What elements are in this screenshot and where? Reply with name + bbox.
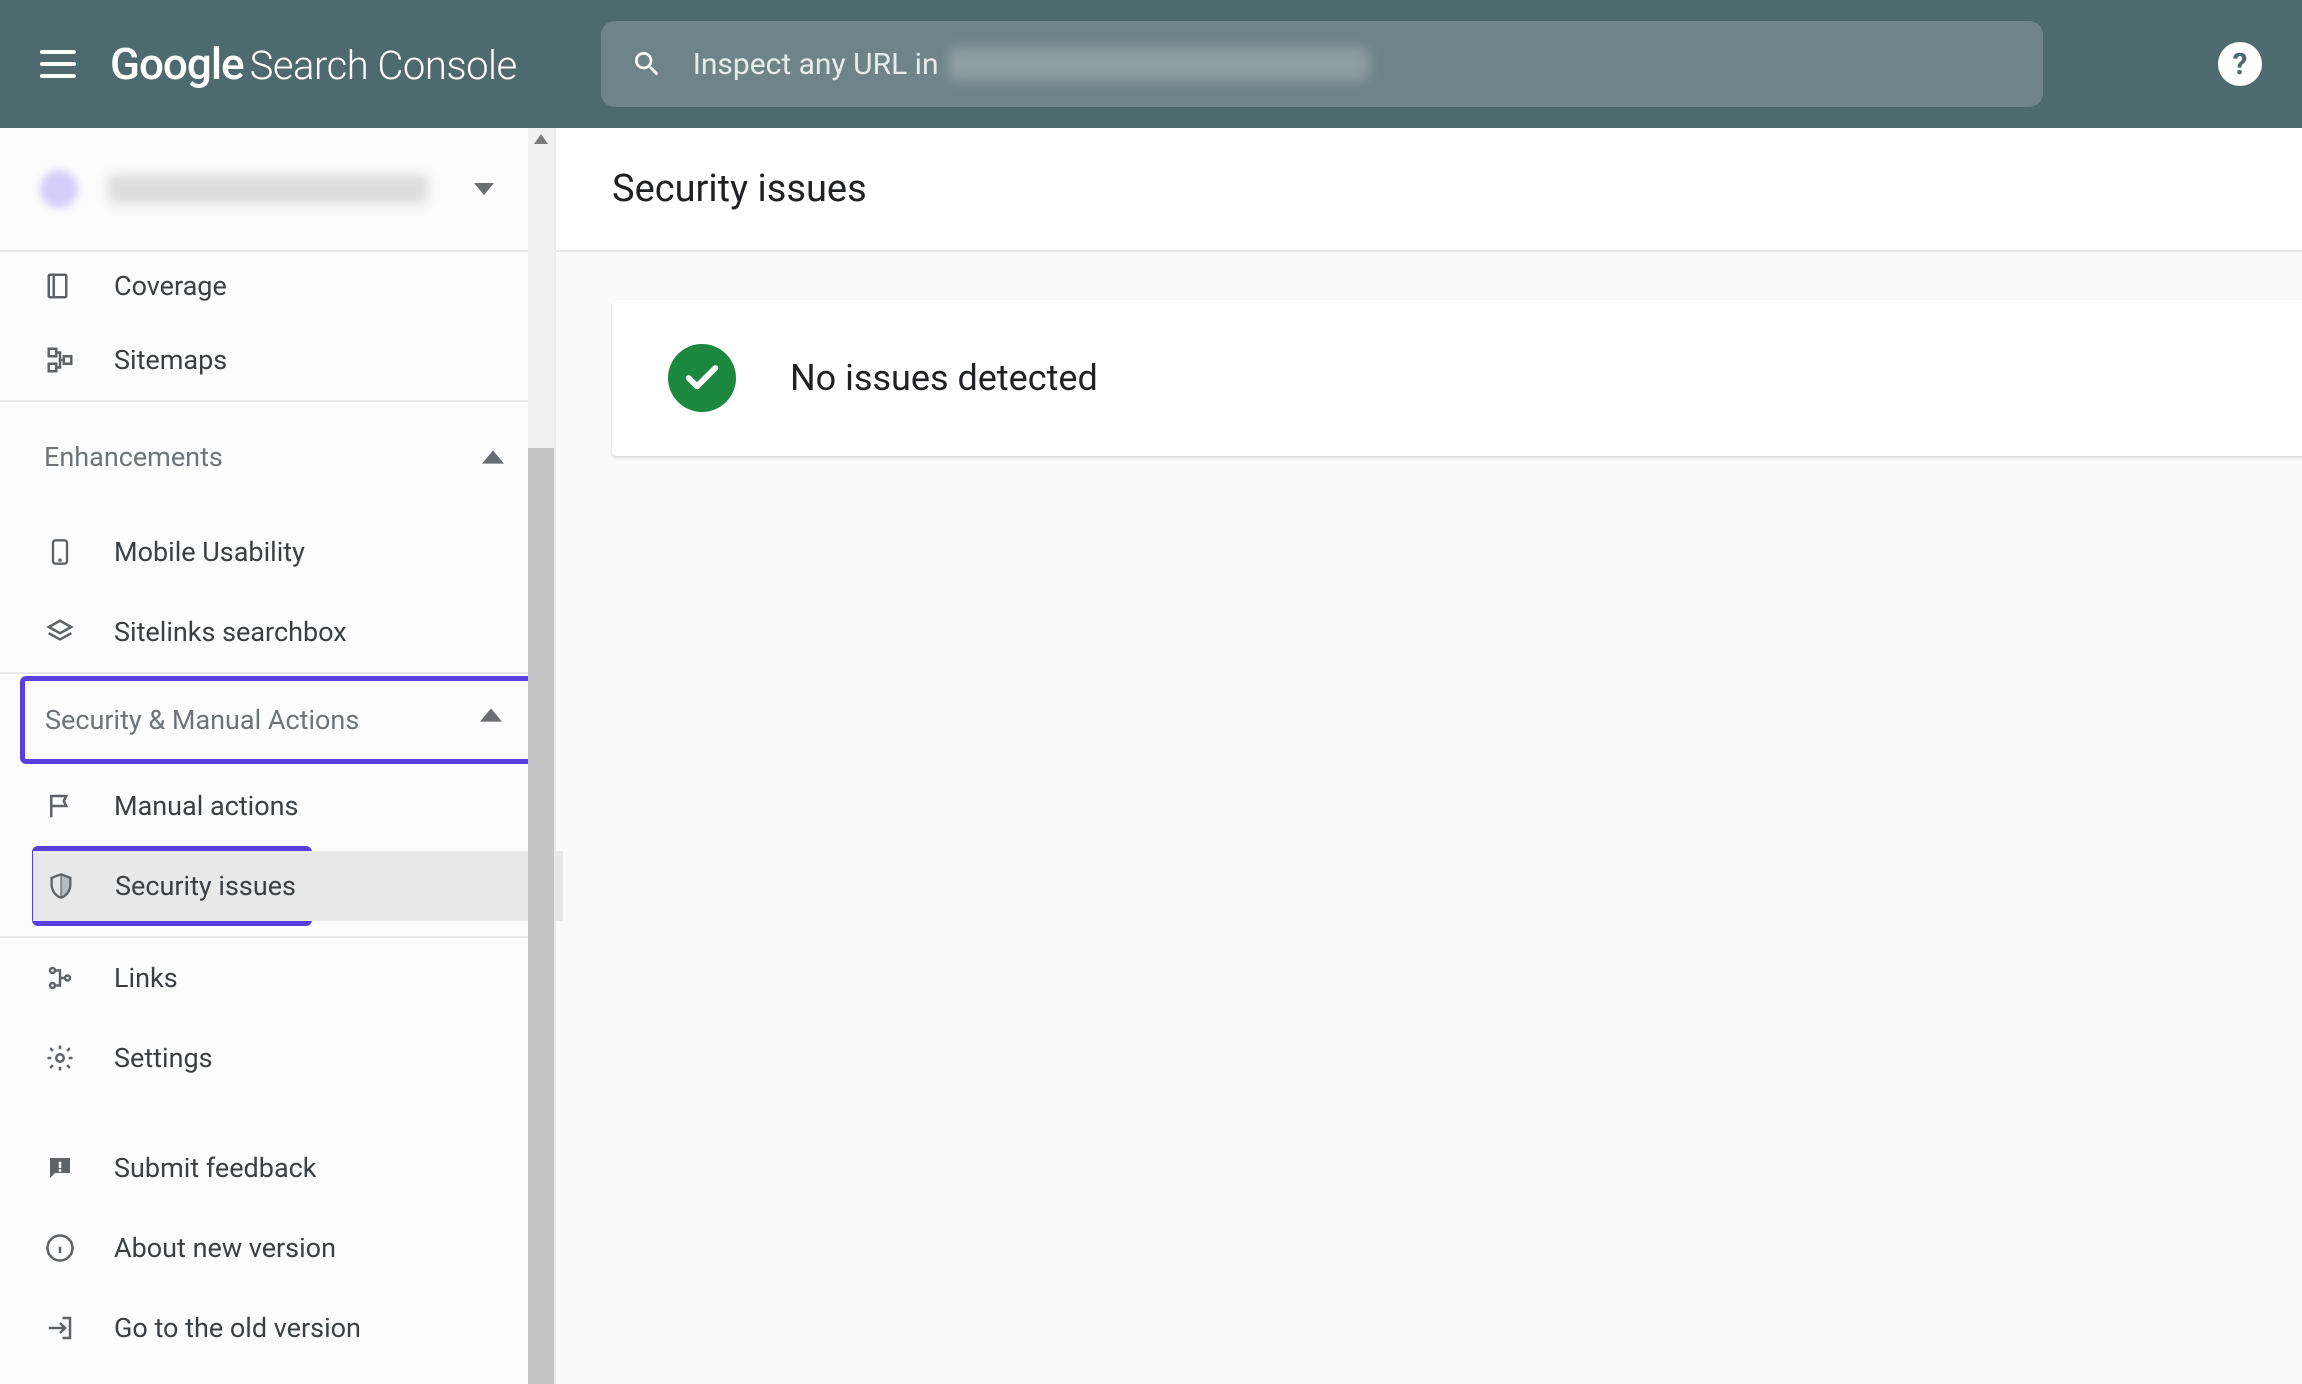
status-message: No issues detected <box>790 357 1098 399</box>
status-card: No issues detected <box>612 300 2302 456</box>
shield-icon <box>43 871 79 901</box>
section-header-security[interactable]: Security & Manual Actions <box>25 681 531 759</box>
sidebar-item-about[interactable]: About new version <box>0 1208 554 1288</box>
sidebar-item-label: Security issues <box>115 870 296 902</box>
sitemap-icon <box>42 345 78 375</box>
help-button[interactable]: ? <box>2218 42 2262 86</box>
top-header: Google Search Console Inspect any URL in… <box>0 0 2302 128</box>
product-logo: Google Search Console <box>110 38 517 90</box>
url-inspect-search[interactable]: Inspect any URL in <box>601 21 2043 107</box>
sidebar: Coverage Sitemaps Enhancements Mobile Us… <box>0 128 556 1384</box>
section-title: Enhancements <box>44 441 223 473</box>
sidebar-item-sitemaps[interactable]: Sitemaps <box>0 320 554 400</box>
sidebar-item-links[interactable]: Links <box>0 938 554 1018</box>
info-icon <box>42 1233 78 1263</box>
check-circle-icon <box>668 344 736 412</box>
property-favicon <box>40 170 78 208</box>
sidebar-item-submit-feedback[interactable]: Submit feedback <box>0 1128 554 1208</box>
sidebar-item-label: Submit feedback <box>114 1152 316 1184</box>
sidebar-item-label: Go to the old version <box>114 1312 361 1344</box>
help-icon: ? <box>2233 47 2248 82</box>
links-icon <box>42 963 78 993</box>
sidebar-item-label: Sitemaps <box>114 344 227 376</box>
chevron-up-icon <box>480 708 502 722</box>
coverage-icon <box>42 271 78 301</box>
sidebar-item-label: Sitelinks searchbox <box>114 616 347 648</box>
sidebar-item-mobile-usability[interactable]: Mobile Usability <box>0 512 554 592</box>
flag-icon <box>42 791 78 821</box>
section-header-enhancements[interactable]: Enhancements <box>0 402 554 512</box>
search-icon <box>631 48 663 80</box>
sidebar-item-label: Coverage <box>114 270 227 302</box>
page-header: Security issues <box>556 128 2302 252</box>
highlight-security-section: Security & Manual Actions <box>20 676 536 764</box>
logo-google-text: Google <box>110 38 244 90</box>
section-title: Security & Manual Actions <box>45 704 359 736</box>
sidebar-item-sitelinks-searchbox[interactable]: Sitelinks searchbox <box>0 592 554 672</box>
exit-icon <box>42 1313 78 1343</box>
highlight-security-issues: Security issues <box>32 846 312 926</box>
chevron-up-icon <box>482 450 504 464</box>
menu-icon[interactable] <box>40 44 80 84</box>
layers-icon <box>42 617 78 647</box>
main-content: Security issues No issues detected <box>556 128 2302 1384</box>
gear-icon <box>42 1043 78 1073</box>
sidebar-item-settings[interactable]: Settings <box>0 1018 554 1098</box>
sidebar-item-label: Mobile Usability <box>114 536 305 568</box>
sidebar-item-label: Links <box>114 962 178 994</box>
sidebar-item-label: About new version <box>114 1232 336 1264</box>
caret-down-icon <box>474 183 494 195</box>
search-blurred-value <box>949 47 1369 81</box>
search-placeholder-text: Inspect any URL in <box>693 47 939 82</box>
sidebar-item-label: Settings <box>114 1042 213 1074</box>
scroll-up-arrow-icon[interactable] <box>534 134 548 144</box>
sidebar-item-security-issues[interactable]: Security issues <box>33 851 563 921</box>
sidebar-item-coverage[interactable]: Coverage <box>0 252 554 320</box>
feedback-icon <box>42 1153 78 1183</box>
sidebar-scrollbar-thumb[interactable] <box>528 448 554 1384</box>
sidebar-scrollbar[interactable] <box>528 128 554 1384</box>
page-title: Security issues <box>612 167 867 211</box>
sidebar-item-label: Manual actions <box>114 790 298 822</box>
logo-product-text: Search Console <box>250 42 517 89</box>
phone-icon <box>42 536 78 568</box>
sidebar-item-old-version[interactable]: Go to the old version <box>0 1288 554 1368</box>
sidebar-item-manual-actions[interactable]: Manual actions <box>0 766 554 846</box>
property-selector[interactable] <box>0 128 554 252</box>
property-name-blurred <box>108 174 428 204</box>
